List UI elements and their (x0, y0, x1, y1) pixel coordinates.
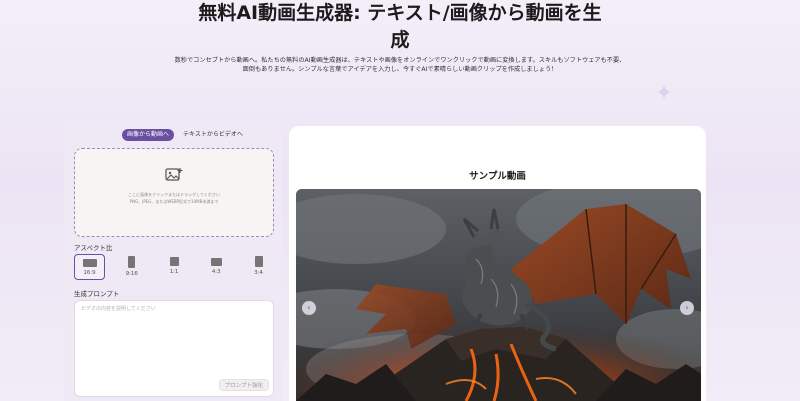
sparkle-icon: ✦ (654, 81, 674, 106)
aspect-option-16-9[interactable]: 16:9 (74, 254, 105, 280)
image-upload-dropzone[interactable]: ここに画像をクリックまたはドラッグしてください PNG、JPEG、またはWEBP… (74, 148, 274, 237)
upload-hint: ここに画像をクリックまたはドラッグしてください PNG、JPEG、またはWEBP… (104, 191, 244, 205)
page-title-line1: 無料AI動画生成器: テキスト/画像から動画を生 (198, 2, 602, 24)
aspect-option-9-16[interactable]: 9:16 (116, 254, 147, 280)
sample-video[interactable]: ‹ › (296, 189, 701, 401)
prompt-label: 生成プロンプト (74, 290, 120, 298)
prompt-input[interactable] (81, 305, 269, 375)
optimize-prompt-button[interactable]: プロンプト強化 (218, 379, 269, 391)
aspect-3-4-icon (254, 256, 263, 267)
aspect-option-label: 4:3 (211, 269, 221, 275)
aspect-option-1-1[interactable]: 1:1 (159, 254, 190, 280)
page-subtitle-line1: 数秒でコンセプトから動画へ。私たちの無料のAI動画生成器は、テキストや画像をオン… (174, 57, 626, 64)
sample-video-image (296, 189, 701, 401)
image-upload-icon (165, 168, 183, 181)
tab-text-to-video[interactable]: テキストからビデオへ (178, 129, 248, 141)
chevron-right-icon: › (685, 303, 689, 312)
aspect-4-3-icon (210, 258, 222, 266)
next-video-button[interactable]: › (680, 301, 694, 315)
prev-video-button[interactable]: ‹ (302, 301, 316, 315)
aspect-ratio-options: 16:9 9:16 1:1 4:3 3:4 (74, 254, 274, 280)
aspect-option-label: 16:9 (83, 270, 96, 276)
aspect-16-9-icon (82, 259, 97, 267)
aspect-option-3-4[interactable]: 3:4 (243, 254, 274, 280)
aspect-1-1-icon (169, 257, 179, 266)
page-title-line2: 成 (390, 29, 410, 51)
prompt-box: プロンプト強化 (74, 300, 274, 397)
aspect-ratio-label: アスペクト比 (74, 244, 113, 252)
page-subtitle-line2: 面倒もありません。シンプルな言葉でアイデアを入力し、今すぐAIで素晴らしい動画ク… (242, 66, 558, 73)
page-title: 無料AI動画生成器: テキスト/画像から動画を生 成 (170, 0, 630, 54)
aspect-option-label: 9:16 (125, 271, 138, 277)
upload-hint-line2: PNG、JPEG、またはWEBP形式で10MB未満まで (129, 199, 219, 204)
upload-hint-line1: ここに画像をクリックまたはドラッグしてください (128, 192, 220, 197)
aspect-option-label: 1:1 (169, 269, 179, 275)
sample-video-title: サンプル動画 (469, 171, 526, 182)
chevron-left-icon: ‹ (307, 303, 311, 312)
tab-image-to-video[interactable]: 画像から動画へ (122, 128, 175, 141)
aspect-9-16-icon (128, 256, 136, 268)
aspect-option-label: 3:4 (254, 270, 263, 276)
page-subtitle: 数秒でコンセプトから動画へ。私たちの無料のAI動画生成器は、テキストや画像をオン… (170, 56, 630, 74)
aspect-option-4-3[interactable]: 4:3 (201, 254, 232, 280)
mode-tabs: 画像から動画へ テキストからビデオへ (122, 128, 248, 141)
